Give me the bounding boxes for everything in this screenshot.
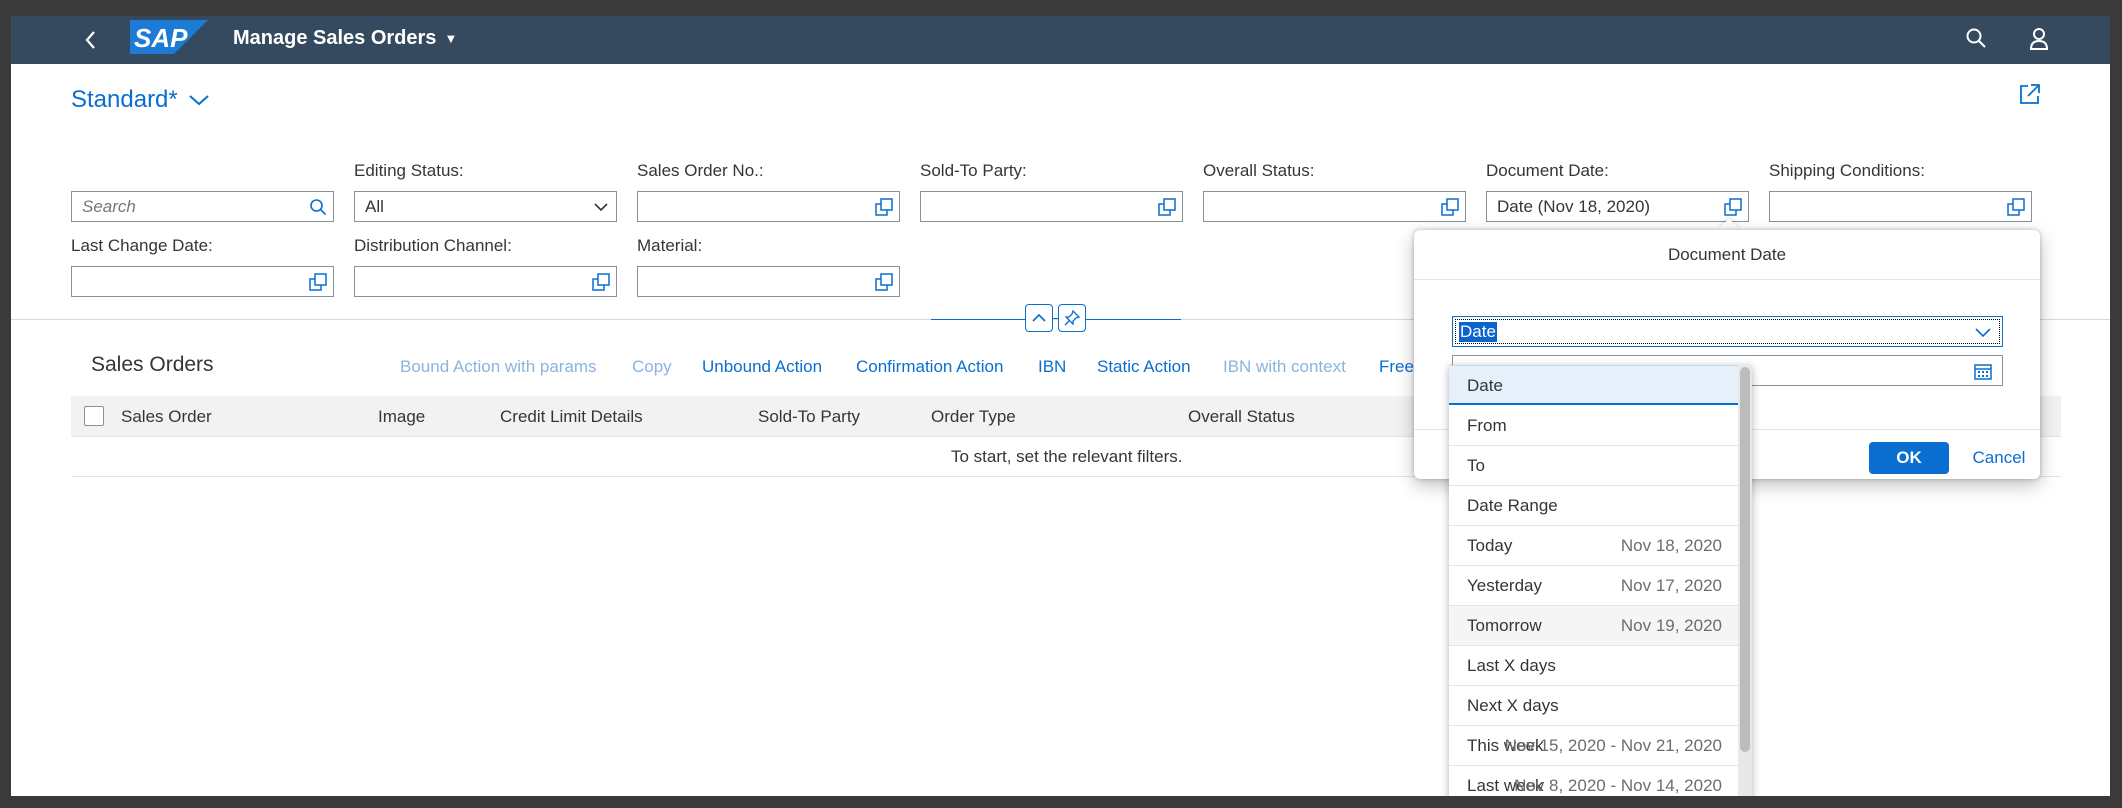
- sap-logo[interactable]: SAP: [130, 20, 208, 54]
- caret-down-icon: ▼: [444, 31, 458, 46]
- ibn-with-context-button[interactable]: IBN with context: [1223, 357, 1346, 377]
- chevron-up-icon: [1032, 313, 1046, 322]
- date-operator-value: Date: [1459, 322, 1497, 342]
- value-help-icon[interactable]: [1441, 198, 1459, 216]
- sold-to-party-label: Sold-To Party:: [920, 161, 1027, 180]
- calendar-icon[interactable]: [1974, 362, 1992, 380]
- chevron-down-icon: [189, 95, 209, 106]
- select-all-checkbox[interactable]: [84, 406, 104, 426]
- cancel-button[interactable]: Cancel: [1969, 442, 2029, 474]
- search-placeholder: Search: [82, 197, 136, 216]
- header-controls: [1025, 304, 1086, 332]
- app-title: Manage Sales Orders: [233, 27, 437, 49]
- value-help-icon[interactable]: [1158, 198, 1176, 216]
- list-item-next-x-days[interactable]: Next X days: [1449, 686, 1738, 726]
- variant-title: Standard*: [71, 86, 178, 113]
- no-data-text: To start, set the relevant filters.: [951, 447, 1183, 466]
- last-change-date-input[interactable]: [71, 266, 334, 297]
- list-item-today[interactable]: Today Nov 18, 2020: [1449, 526, 1738, 566]
- unbound-action-button[interactable]: Unbound Action: [702, 357, 822, 377]
- list-item-yesterday[interactable]: Yesterday Nov 17, 2020: [1449, 566, 1738, 606]
- value-help-icon[interactable]: [875, 273, 893, 291]
- table-title: Sales Orders: [91, 353, 214, 376]
- share-icon[interactable]: [2018, 82, 2042, 111]
- ibn-button[interactable]: IBN: [1038, 357, 1066, 377]
- free-button[interactable]: Free: [1379, 357, 1414, 377]
- value-help-icon[interactable]: [2007, 198, 2025, 216]
- ok-button[interactable]: OK: [1869, 442, 1949, 474]
- list-item-to[interactable]: To: [1449, 446, 1738, 486]
- editing-status-value: All: [365, 197, 384, 216]
- collapse-line-left: [931, 319, 1025, 320]
- value-help-icon[interactable]: [1724, 198, 1742, 216]
- user-icon[interactable]: [2028, 27, 2050, 56]
- chevron-down-icon: [594, 203, 608, 212]
- value-help-icon[interactable]: [592, 273, 610, 291]
- app-window: SAP Manage Sales Orders ▼ Standard* Sear…: [11, 16, 2110, 796]
- list-item-date-range[interactable]: Date Range: [1449, 486, 1738, 526]
- date-operator-list: Date From To Date Range Today Nov 18, 202…: [1449, 365, 1752, 796]
- sold-to-party-input[interactable]: [920, 191, 1183, 222]
- bound-action-with-params-button[interactable]: Bound Action with params: [400, 357, 597, 377]
- list-item-from[interactable]: From: [1449, 406, 1738, 446]
- overall-status-input[interactable]: [1203, 191, 1466, 222]
- app-title-menu[interactable]: Manage Sales Orders ▼: [233, 27, 457, 50]
- popover-title: Document Date: [1414, 230, 2040, 280]
- shipping-conditions-input[interactable]: [1769, 191, 2032, 222]
- shell-bar: SAP Manage Sales Orders ▼: [11, 16, 2110, 64]
- list-item-date[interactable]: Date: [1449, 365, 1738, 405]
- list-item-tomorrow[interactable]: Tomorrow Nov 19, 2020: [1449, 606, 1738, 646]
- search-icon[interactable]: [1965, 27, 1987, 54]
- editing-status-select[interactable]: All: [354, 191, 617, 222]
- back-button[interactable]: [83, 28, 99, 57]
- list-item-last-x-days[interactable]: Last X days: [1449, 646, 1738, 686]
- document-date-value: Date (Nov 18, 2020): [1497, 197, 1651, 216]
- chevron-down-icon[interactable]: [1974, 325, 1992, 339]
- pin-header-button[interactable]: [1058, 304, 1086, 332]
- column-overall-status[interactable]: Overall Status: [1188, 407, 1295, 427]
- distribution-channel-label: Distribution Channel:: [354, 236, 512, 255]
- sales-order-no-label: Sales Order No.:: [637, 161, 764, 180]
- value-help-icon[interactable]: [309, 273, 327, 291]
- pin-icon: [1064, 310, 1080, 326]
- list-item-last-week[interactable]: Last week Nov 8, 2020 - Nov 14, 2020: [1449, 766, 1738, 796]
- scrollbar-thumb[interactable]: [1740, 367, 1750, 752]
- distribution-channel-input[interactable]: [354, 266, 617, 297]
- value-help-icon[interactable]: [875, 198, 893, 216]
- search-field[interactable]: Search: [71, 191, 334, 222]
- copy-button[interactable]: Copy: [632, 357, 672, 377]
- overall-status-label: Overall Status:: [1203, 161, 1315, 180]
- list-scrollbar[interactable]: [1738, 365, 1752, 796]
- column-sold-to-party[interactable]: Sold-To Party: [758, 407, 860, 427]
- chevron-left-icon: [85, 31, 95, 49]
- variant-selector[interactable]: Standard*: [71, 86, 210, 114]
- last-change-date-label: Last Change Date:: [71, 236, 213, 255]
- material-input[interactable]: [637, 266, 900, 297]
- editing-status-label: Editing Status:: [354, 161, 464, 180]
- sales-order-no-input[interactable]: [637, 191, 900, 222]
- date-operator-select[interactable]: Date: [1452, 316, 2003, 347]
- shipping-conditions-label: Shipping Conditions:: [1769, 161, 1925, 180]
- confirmation-action-button[interactable]: Confirmation Action: [856, 357, 1003, 377]
- collapse-line-right: [1086, 319, 1181, 320]
- column-credit-limit-details[interactable]: Credit Limit Details: [500, 407, 643, 427]
- document-date-label: Document Date:: [1486, 161, 1609, 180]
- column-image[interactable]: Image: [378, 407, 425, 427]
- column-order-type[interactable]: Order Type: [931, 407, 1016, 427]
- document-date-input[interactable]: Date (Nov 18, 2020): [1486, 191, 1749, 222]
- search-icon[interactable]: [309, 198, 327, 216]
- static-action-button[interactable]: Static Action: [1097, 357, 1191, 377]
- logo-text: SAP: [134, 23, 188, 53]
- collapse-header-button[interactable]: [1025, 304, 1053, 332]
- material-label: Material:: [637, 236, 703, 255]
- list-item-this-week[interactable]: This week Nov 15, 2020 - Nov 21, 2020: [1449, 726, 1738, 766]
- column-sales-order[interactable]: Sales Order: [121, 407, 212, 427]
